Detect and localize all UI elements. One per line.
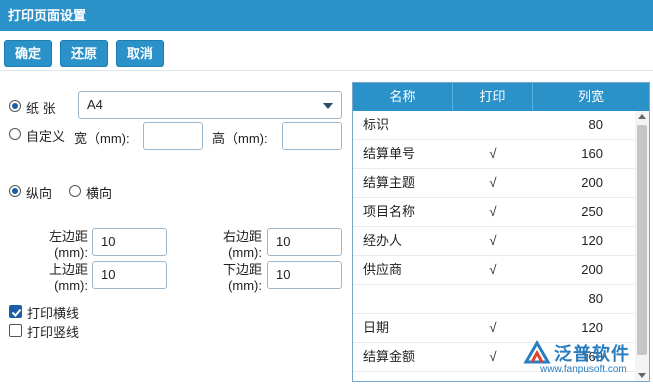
cell-width[interactable]: 120 <box>533 314 603 342</box>
landscape-label: 横向 <box>86 186 113 201</box>
cell-name: 日期 <box>363 320 390 335</box>
top-margin-label-line2: (mm): <box>54 278 88 293</box>
cell-width[interactable]: 80 <box>533 285 603 313</box>
right-margin-label: 右边距 (mm): <box>204 229 262 261</box>
left-margin-label: 左边距 (mm): <box>30 229 88 261</box>
cell-width[interactable]: 250 <box>533 198 603 226</box>
table-row[interactable]: 日期 √ 120 <box>353 314 635 343</box>
cell-width[interactable]: 120 <box>533 227 603 255</box>
paper-size-select[interactable]: A4 <box>78 91 342 119</box>
watermark-url: www.fanpusoft.com <box>540 364 627 375</box>
cell-width[interactable]: 200 <box>533 169 603 197</box>
cell-print[interactable]: √ <box>453 314 533 342</box>
restore-button[interactable]: 还原 <box>60 40 108 67</box>
top-margin-label-line1: 上边距 <box>48 262 88 277</box>
custom-size-radio[interactable] <box>9 128 21 140</box>
cell-name: 供应商 <box>363 262 403 277</box>
header-name[interactable]: 名称 <box>353 83 453 111</box>
top-margin-input[interactable]: 10 <box>92 261 167 289</box>
table-row[interactable]: 经办人 √ 120 <box>353 227 635 256</box>
left-margin-input[interactable]: 10 <box>92 228 167 256</box>
paper-size-label: 纸 张 <box>26 101 56 116</box>
left-margin-label-line1: 左边距 <box>48 229 88 244</box>
print-hlines-label: 打印横线 <box>27 306 80 321</box>
custom-size-label: 自定义 <box>26 129 66 144</box>
watermark-name: 泛普软件 <box>554 344 630 364</box>
toolbar: 确定 还原 取消 <box>0 31 653 71</box>
right-margin-label-line1: 右边距 <box>222 229 262 244</box>
cell-name: 标识 <box>363 117 390 132</box>
bottom-margin-label-line2: (mm): <box>228 278 262 293</box>
chevron-down-icon <box>323 103 333 109</box>
table-row[interactable]: 结算单号 √ 160 <box>353 140 635 169</box>
portrait-radio[interactable] <box>9 185 21 197</box>
height-input[interactable] <box>282 122 342 150</box>
left-margin-label-line2: (mm): <box>54 245 88 260</box>
table-row[interactable]: 标识 80 <box>353 111 635 140</box>
columns-grid: 名称 打印 列宽 标识 80 结算单号 √ 160 结算主题 √ 200 项目名… <box>352 82 650 382</box>
cell-name: 经办人 <box>363 233 403 248</box>
print-hlines-checkbox[interactable] <box>9 305 22 318</box>
table-row[interactable]: 项目名称 √ 250 <box>353 198 635 227</box>
paper-size-value: A4 <box>87 97 103 112</box>
cell-print[interactable] <box>453 111 533 139</box>
cell-name: 结算主题 <box>363 175 416 190</box>
portrait-label: 纵向 <box>26 186 53 201</box>
cell-print[interactable]: √ <box>453 198 533 226</box>
table-row[interactable]: 结算主题 √ 200 <box>353 169 635 198</box>
header-width[interactable]: 列宽 <box>533 83 649 111</box>
check-icon <box>11 308 22 317</box>
scroll-up-icon[interactable] <box>638 114 646 119</box>
watermark-logo: 泛普软件 www.fanpusoft.com <box>520 340 650 380</box>
bottom-margin-label-line1: 下边距 <box>222 262 262 277</box>
header-print[interactable]: 打印 <box>453 83 533 111</box>
width-input[interactable] <box>143 122 203 150</box>
table-row[interactable]: 供应商 √ 200 <box>353 256 635 285</box>
cell-name <box>363 285 453 313</box>
cell-width[interactable]: 200 <box>533 256 603 284</box>
cancel-button[interactable]: 取消 <box>116 40 164 67</box>
bottom-margin-label: 下边距 (mm): <box>204 262 262 294</box>
cell-name: 项目名称 <box>363 204 416 219</box>
paper-size-radio[interactable] <box>9 100 21 112</box>
logo-icon <box>523 340 551 364</box>
cell-name: 结算单号 <box>363 146 416 161</box>
bottom-margin-input[interactable]: 10 <box>267 261 342 289</box>
top-margin-label: 上边距 (mm): <box>30 262 88 294</box>
cell-print[interactable]: √ <box>453 256 533 284</box>
cell-width[interactable]: 80 <box>533 111 603 139</box>
cell-name: 结算金额 <box>363 349 416 364</box>
right-margin-label-line2: (mm): <box>228 245 262 260</box>
scrollbar-thumb[interactable] <box>637 125 647 355</box>
print-vlines-label: 打印竖线 <box>27 325 80 340</box>
grid-header: 名称 打印 列宽 <box>353 83 649 111</box>
table-row[interactable]: 80 <box>353 285 635 314</box>
confirm-button[interactable]: 确定 <box>4 40 52 67</box>
right-margin-input[interactable]: 10 <box>267 228 342 256</box>
cell-width[interactable]: 160 <box>533 140 603 168</box>
print-vlines-checkbox[interactable] <box>9 324 22 337</box>
cell-print[interactable] <box>453 285 533 313</box>
cell-print[interactable]: √ <box>453 140 533 168</box>
dialog-title: 打印页面设置 <box>0 0 653 31</box>
cell-print[interactable]: √ <box>453 227 533 255</box>
landscape-radio[interactable] <box>69 185 81 197</box>
height-label: 高（mm): <box>212 131 268 146</box>
cell-print[interactable]: √ <box>453 169 533 197</box>
width-label: 宽（mm): <box>74 131 130 146</box>
